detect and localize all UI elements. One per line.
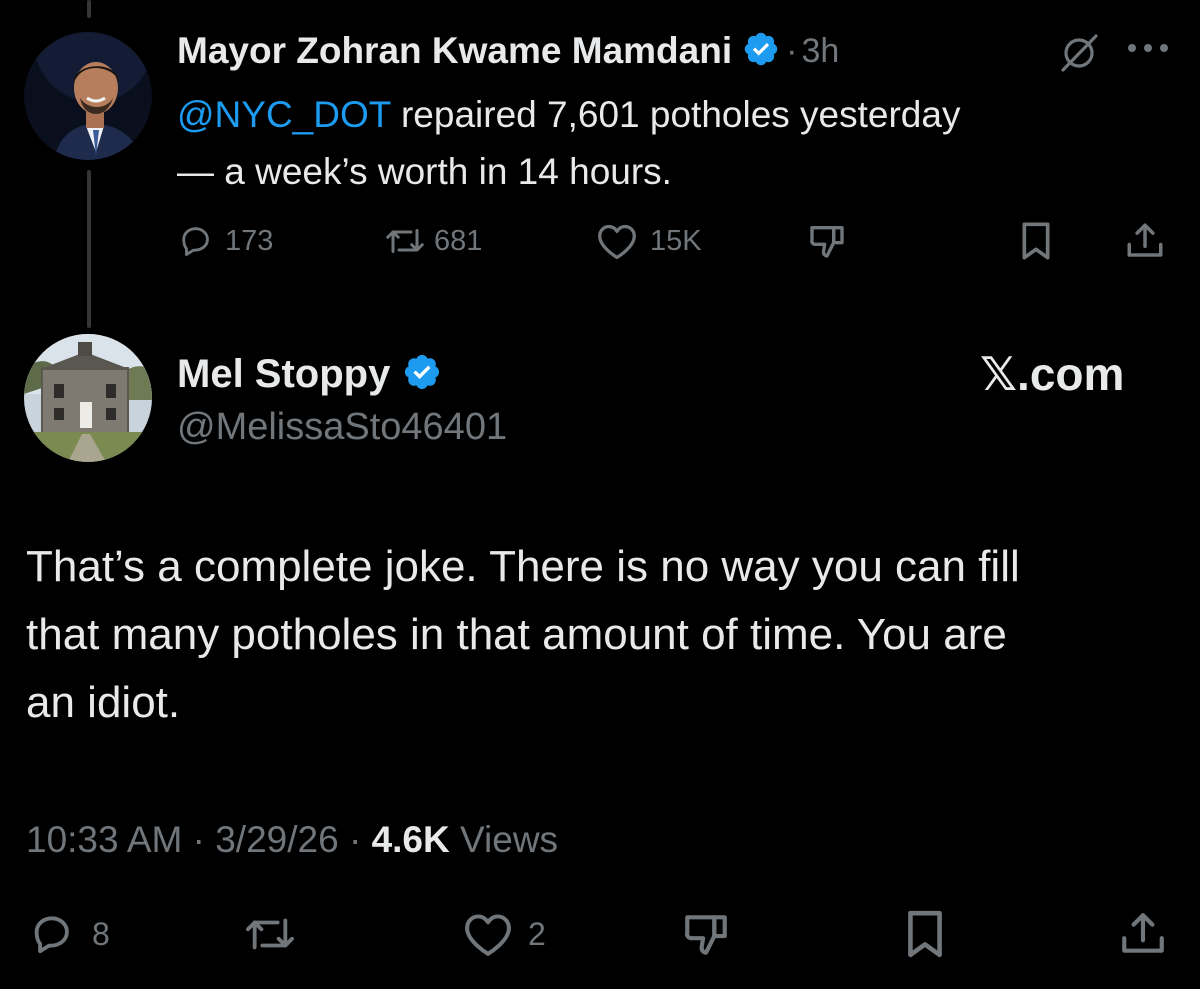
meta-separator: · [192, 819, 205, 860]
reply-text-line-3: an idiot. [26, 678, 181, 727]
like-count: 15K [650, 224, 702, 257]
reply-button[interactable]: 8 [28, 912, 110, 956]
bookmark-icon [1019, 221, 1053, 261]
reply-text: That’s a complete joke. There is no way … [26, 533, 1020, 737]
reply-icon [177, 223, 213, 259]
tweet-meta: 10:33 AM · 3/29/26 · 4.6K Views [26, 815, 558, 865]
dislike-icon [680, 909, 732, 959]
tweet-text: @NYC_DOT repaired 7,601 potholes yesterd… [177, 86, 960, 200]
mention-link[interactable]: @NYC_DOT [177, 94, 391, 135]
reply-header: Mel Stoppy [177, 348, 442, 400]
bookmark-icon [904, 909, 946, 959]
grok-icon[interactable] [1056, 30, 1102, 76]
avatar[interactable] [24, 334, 152, 462]
author-name[interactable]: Mayor Zohran Kwame Mamdani [177, 30, 732, 72]
thread-connector-top [87, 0, 91, 18]
dislike-button[interactable] [680, 912, 732, 956]
repost-icon [384, 223, 426, 259]
reply-count: 8 [92, 915, 110, 952]
author-name[interactable]: Mel Stoppy [177, 352, 390, 397]
verified-badge-icon [742, 30, 780, 73]
like-button[interactable]: 2 [462, 912, 546, 956]
dislike-button[interactable] [806, 221, 848, 261]
reply-text-line-1: That’s a complete joke. There is no way … [26, 542, 1020, 591]
tweet-time[interactable]: 3h [801, 32, 839, 71]
tweet-text-line-2: — a week’s worth in 14 hours. [177, 151, 672, 192]
tweet-header: Mayor Zohran Kwame Mamdani · 3h [177, 26, 839, 76]
share-button[interactable] [1118, 912, 1168, 956]
repost-icon [243, 911, 297, 957]
reply-button[interactable]: 173 [177, 221, 273, 261]
tweet-date[interactable]: 3/29/26 [215, 819, 338, 860]
reply-text-line-2: that many potholes in that amount of tim… [26, 610, 1007, 659]
avatar[interactable] [24, 32, 152, 160]
user-handle[interactable]: @MelissaSto46401 [177, 402, 507, 452]
like-count: 2 [528, 915, 546, 952]
share-icon [1124, 220, 1166, 262]
share-button[interactable] [1124, 221, 1166, 261]
more-icon[interactable] [1126, 42, 1170, 54]
reply-icon [28, 911, 74, 957]
views-count[interactable]: 4.6K [372, 819, 450, 860]
views-label: Views [460, 819, 559, 860]
like-icon [596, 222, 638, 260]
share-icon [1118, 909, 1168, 959]
reply-count: 173 [225, 224, 274, 257]
separator: · [786, 31, 798, 70]
tweet-text-line-1: repaired 7,601 potholes yesterday [390, 94, 961, 135]
bookmark-button[interactable] [904, 909, 946, 959]
repost-button[interactable]: 681 [384, 221, 482, 261]
repost-count: 681 [434, 224, 483, 257]
like-icon [462, 911, 514, 957]
verified-badge-icon [402, 352, 442, 397]
x-com-watermark: 𝕏.com [980, 348, 1125, 400]
bookmark-button[interactable] [1019, 221, 1053, 261]
like-button[interactable]: 15K [596, 221, 702, 261]
meta-separator: · [348, 819, 362, 860]
repost-button[interactable] [243, 912, 297, 956]
tweet-time[interactable]: 10:33 AM [26, 819, 182, 860]
thread-connector [87, 170, 91, 328]
dislike-icon [806, 221, 848, 261]
